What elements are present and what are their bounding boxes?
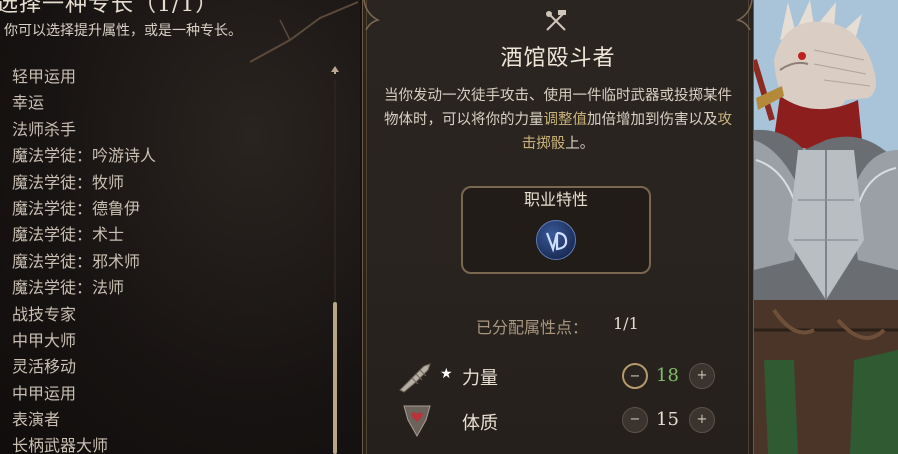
dragonborn-character-image [754, 0, 898, 454]
feat-panel-subtitle: 你可以选择提升属性，或是一种专长。 [4, 23, 242, 39]
feat-item-magic-initiate-wizard[interactable]: 魔法学徒：法师 [12, 275, 156, 301]
class-feature-icon[interactable] [536, 220, 576, 260]
feat-title: 酒馆殴斗者 [500, 46, 616, 71]
feat-item-light-armor[interactable]: 轻甲运用 [12, 64, 156, 90]
ability-name-strength: 力量 [462, 368, 498, 389]
scroll-up-icon[interactable] [331, 66, 339, 74]
feat-list: 轻甲运用 幸运 法师杀手 魔法学徒：吟游诗人 魔法学徒：牧师 魔法学徒：德鲁伊 … [12, 64, 156, 454]
assigned-points-value: 1/1 [613, 314, 639, 333]
character-portrait [754, 0, 898, 454]
strength-decrease-button[interactable]: − [622, 363, 648, 389]
desc-text-3: 上。 [565, 136, 595, 152]
feat-item-performer[interactable]: 表演者 [12, 407, 156, 433]
feat-item-mobile[interactable]: 灵活移动 [12, 354, 156, 380]
feat-item-medium-armor-master[interactable]: 中甲大师 [12, 328, 156, 354]
corner-ornament-left [363, 0, 381, 30]
branch-decoration [250, 1, 359, 63]
class-feature-label: 职业特性 [523, 190, 588, 209]
class-feature-glyph-icon [545, 231, 568, 253]
star-icon: ★ [440, 366, 453, 382]
gauntlet-icon [399, 363, 431, 393]
feat-item-polearm-master[interactable]: 长柄武器大师 [12, 433, 156, 454]
feat-item-magic-initiate-cleric[interactable]: 魔法学徒：牧师 [12, 170, 156, 196]
constitution-increase-button[interactable]: + [689, 407, 715, 433]
scrollbar-thumb[interactable] [333, 302, 337, 454]
corner-ornament-right [735, 0, 753, 30]
feat-item-magic-initiate-sorcerer[interactable]: 魔法学徒：术士 [12, 222, 156, 248]
feat-description: 当你发动一次徒手攻击、使用一件临时武器或投掷某件物体时，可以将你的力量调整值加倍… [382, 84, 734, 156]
crossed-weapons-icon [546, 10, 566, 31]
constitution-value: 15 [656, 409, 679, 430]
feat-item-martial-adept[interactable]: 战技专家 [12, 302, 156, 328]
assigned-points-label: 已分配属性点： [476, 318, 589, 337]
heart-shield-icon [403, 405, 431, 438]
constitution-decrease-button[interactable]: − [622, 407, 648, 433]
feat-panel-title: 选择一种专长（1/1） [0, 0, 219, 17]
strength-value: 18 [656, 365, 679, 386]
feat-selection-panel: 选择一种专长（1/1） 你可以选择提升属性，或是一种专长。 轻甲运用 幸运 法师… [0, 0, 360, 454]
desc-keyword-modifier[interactable]: 调整值 [544, 112, 588, 128]
ability-name-constitution: 体质 [462, 413, 498, 434]
desc-text-2: 加倍增加到伤害以及 [587, 112, 718, 128]
feat-item-magic-initiate-bard[interactable]: 魔法学徒：吟游诗人 [12, 143, 156, 169]
feat-item-magic-initiate-druid[interactable]: 魔法学徒：德鲁伊 [12, 196, 156, 222]
feat-item-lucky[interactable]: 幸运 [12, 90, 156, 116]
feat-item-medium-armor[interactable]: 中甲运用 [12, 381, 156, 407]
strength-increase-button[interactable]: + [689, 363, 715, 389]
feat-item-mage-slayer[interactable]: 法师杀手 [12, 117, 156, 143]
feat-item-magic-initiate-warlock[interactable]: 魔法学徒：邪术师 [12, 249, 156, 275]
